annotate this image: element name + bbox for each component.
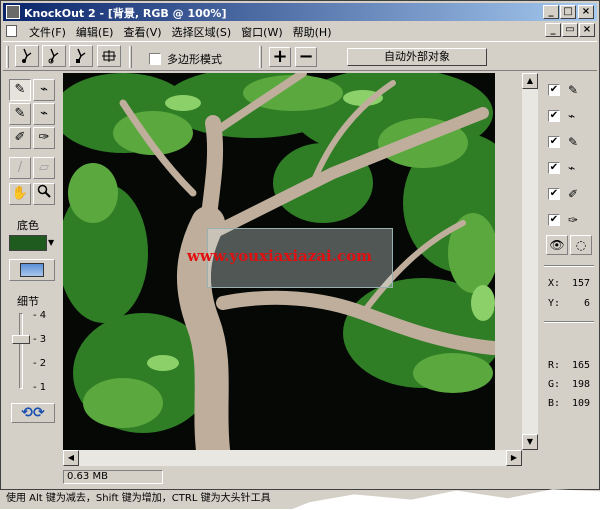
menu-bar: 文件(F) 编辑(E) 查看(V) 选择区域(S) 窗口(W) 帮助(H) _ … <box>3 22 597 40</box>
detail-tick-3: - 3 <box>33 334 47 345</box>
layer-check-3[interactable]: ✔ <box>548 136 560 148</box>
detail-tick-4: - 4 <box>33 310 47 321</box>
add-button[interactable]: + <box>269 47 291 67</box>
scroll-right-icon[interactable]: ▶ <box>506 450 522 466</box>
close-button[interactable]: × <box>578 5 594 19</box>
eraser-icon[interactable]: ▱ <box>33 157 55 179</box>
vertical-scrollbar[interactable]: ▲ ▼ <box>522 73 538 450</box>
detail-slider-thumb[interactable] <box>12 335 30 344</box>
scroll-up-icon[interactable]: ▲ <box>522 73 538 89</box>
auto-outside-object-button[interactable]: 自动外部对象 <box>347 48 487 66</box>
edge-feather-icon: ✐ <box>568 187 579 201</box>
toolbar-grip[interactable] <box>6 46 9 68</box>
layer-check-4[interactable]: ✔ <box>548 162 560 174</box>
edge-feather-tool-icon[interactable]: ✐ <box>9 127 31 149</box>
detail-slider-track[interactable] <box>19 313 23 389</box>
divider <box>544 265 594 267</box>
menu-select[interactable]: 选择区域(S) <box>172 24 232 40</box>
outside-object-tool-icon[interactable] <box>42 45 66 67</box>
detail-tick-1: - 1 <box>33 382 47 393</box>
outside-object-icon: ✎ <box>568 135 579 149</box>
edge-brush-icon: ✑ <box>568 213 579 227</box>
eye-icon[interactable]: 👁 <box>546 235 568 255</box>
polygon-mode-label: 多边形模式 <box>167 53 222 66</box>
right-layer-panel: ✔ ✎ ✔ ⌁ ✔ ✎ ✔ ⌁ ✔ ✐ ✔ ✑ 👁 ◌ X: 157 Y: 6 R: 165 G:… <box>540 73 598 465</box>
edge-brush-tool-icon[interactable]: ✑ <box>33 127 55 149</box>
lasso-view-icon[interactable]: ◌ <box>570 235 592 255</box>
touchup-brush-icon[interactable]: / <box>9 157 31 179</box>
green-value-readout: G: 198 <box>548 379 591 390</box>
landscape-icon <box>20 263 44 277</box>
y-coordinate-readout: Y: 6 <box>548 298 591 309</box>
scroll-left-icon[interactable]: ◀ <box>63 450 79 466</box>
menu-edit[interactable]: 编辑(E) <box>76 24 114 40</box>
maximize-button[interactable]: □ <box>560 5 576 19</box>
menu-view[interactable]: 查看(V) <box>123 24 161 40</box>
chevron-down-icon[interactable]: ▼ <box>48 238 54 247</box>
outside-lasso-tool-icon[interactable]: ⌁ <box>33 103 55 125</box>
document-icon[interactable] <box>6 25 17 37</box>
title-bar: KnockOut 2 - [背景, RGB @ 100%] _ □ × <box>3 3 597 21</box>
image-canvas[interactable]: www.youxiaxiazai.com <box>63 73 495 450</box>
x-coordinate-readout: X: 157 <box>548 278 591 289</box>
status-hint: 使用 Alt 键为减去，Shift 键为增加，CTRL 键为大头针工具 <box>6 493 271 504</box>
layer-check-1[interactable]: ✔ <box>548 84 560 96</box>
layer-check-5[interactable]: ✔ <box>548 188 560 200</box>
knockout-window: KnockOut 2 - [背景, RGB @ 100%] _ □ × 文件(F… <box>0 0 600 490</box>
canvas-frame: www.youxiaxiazai.com ▲ ▼ ◀ ▶ <box>63 73 538 468</box>
inside-lasso-icon: ⌁ <box>568 109 576 123</box>
horizontal-scrollbar[interactable]: ◀ ▶ <box>63 450 522 466</box>
inside-object-tool-icon[interactable]: ✎ <box>9 79 31 101</box>
polygon-mode-checkbox[interactable] <box>149 53 161 65</box>
inside-lasso-tool-icon[interactable]: ⌁ <box>33 79 55 101</box>
menu-help[interactable]: 帮助(H) <box>293 24 332 40</box>
outside-lasso-icon: ⌁ <box>568 161 576 175</box>
divider <box>544 321 594 323</box>
background-color-swatch[interactable] <box>9 235 47 251</box>
background-color-label: 底色 <box>17 219 39 232</box>
outside-object-tool-icon[interactable]: ✎ <box>9 103 31 125</box>
left-tool-palette: ✎ ⌁ ✎ ⌁ ✐ ✑ / ▱ ✋ 底色 ▼ 细节 - 4 - 3 - 2 - … <box>3 73 61 465</box>
window-title: KnockOut 2 - [背景, RGB @ 100%] <box>24 7 227 20</box>
menu-window[interactable]: 窗口(W) <box>241 24 282 40</box>
detail-tick-2: - 2 <box>33 358 47 369</box>
background-preview-button[interactable] <box>9 259 55 281</box>
layer-check-2[interactable]: ✔ <box>548 110 560 122</box>
app-icon <box>6 5 20 19</box>
file-size-indicator: 0.63 MB <box>63 470 163 484</box>
watermark-text: www.youxiaxiazai.com <box>187 247 372 265</box>
doc-minimize-button[interactable]: _ <box>545 23 561 37</box>
menu-file[interactable]: 文件(F) <box>29 24 66 40</box>
subtract-button[interactable]: − <box>295 47 317 67</box>
layer-check-6[interactable]: ✔ <box>548 214 560 226</box>
hand-icon[interactable]: ✋ <box>9 183 31 205</box>
doc-close-button[interactable]: × <box>579 23 595 37</box>
doc-restore-button[interactable]: ▭ <box>562 23 578 37</box>
crop-tool-icon[interactable] <box>97 45 121 67</box>
edge-tool-icon[interactable] <box>69 45 93 67</box>
toolbar-separator <box>259 46 262 68</box>
blue-value-readout: B: 109 <box>548 398 591 409</box>
inside-object-tool-icon[interactable] <box>15 45 39 67</box>
scroll-down-icon[interactable]: ▼ <box>522 434 538 450</box>
red-value-readout: R: 165 <box>548 360 591 371</box>
minimize-button[interactable]: _ <box>543 5 559 19</box>
detail-label: 细节 <box>17 295 39 308</box>
zoom-icon[interactable] <box>33 183 55 205</box>
toolbar-separator <box>129 46 132 68</box>
inside-object-icon: ✎ <box>568 83 579 97</box>
refresh-icon[interactable]: ⟲⟳ <box>11 403 55 423</box>
